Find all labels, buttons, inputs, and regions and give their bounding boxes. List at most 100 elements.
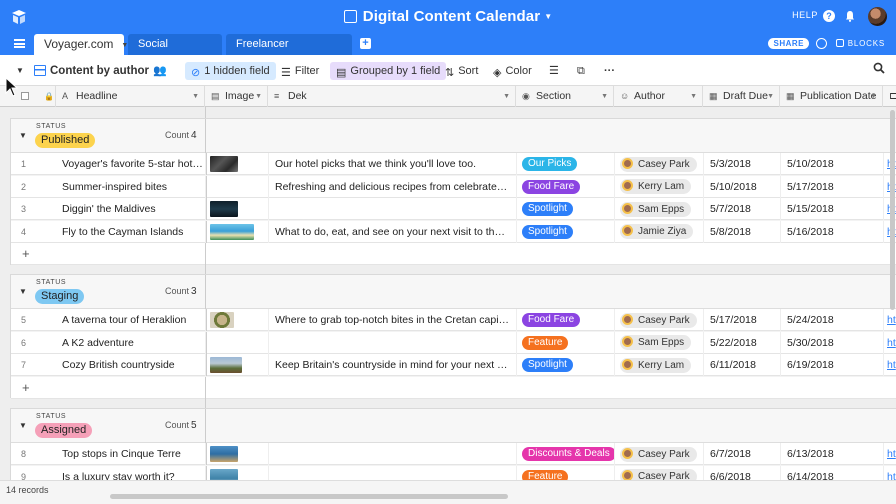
draft-due-cell[interactable]: 6/6/2018 xyxy=(704,465,781,480)
dek-cell[interactable] xyxy=(269,331,517,354)
table-row[interactable]: 8 Top stops in Cinque Terre Discounts & De… xyxy=(11,443,896,465)
column-header-draft-due[interactable]: ▦ Draft Due ▼ xyxy=(703,86,780,107)
help-button[interactable]: HELP xyxy=(792,10,818,20)
section-cell[interactable]: Discounts & Deals xyxy=(517,443,615,465)
publication-date-cell[interactable]: 6/14/2018 xyxy=(781,465,884,480)
publication-date-cell[interactable]: 5/10/2018 xyxy=(781,153,884,175)
dek-cell[interactable]: Refreshing and delicious recipes from ce… xyxy=(269,175,517,198)
publication-date-cell[interactable]: 5/15/2018 xyxy=(781,198,884,220)
link-cell[interactable]: ht xyxy=(884,443,896,465)
image-cell[interactable] xyxy=(206,198,269,220)
author-cell[interactable]: Sam Epps xyxy=(615,198,704,220)
section-cell[interactable]: Feature xyxy=(517,331,615,354)
add-table-button[interactable]: + xyxy=(360,38,371,49)
chevron-down-icon[interactable]: ▼ xyxy=(870,86,877,107)
draft-due-cell[interactable]: 6/7/2018 xyxy=(704,443,781,465)
column-header-section[interactable]: ◉ Section ▼ xyxy=(516,86,614,107)
menu-icon[interactable] xyxy=(14,39,25,48)
chevron-down-icon[interactable]: ▼ xyxy=(601,86,608,107)
section-cell[interactable]: Feature xyxy=(517,465,615,480)
add-record-button[interactable]: + xyxy=(22,380,30,395)
link-cell[interactable]: ht xyxy=(884,332,896,354)
table-row[interactable]: 3 Diggin' the Maldives Spotlight Sam Epps 5/… xyxy=(11,198,896,220)
headline-cell[interactable]: Cozy British countryside xyxy=(62,354,206,376)
table-row[interactable]: 2 Summer-inspired bites Refreshing and del… xyxy=(11,175,896,198)
draft-due-cell[interactable]: 5/7/2018 xyxy=(704,198,781,220)
draft-due-cell[interactable]: 5/10/2018 xyxy=(704,175,781,198)
headline-cell[interactable]: A taverna tour of Heraklion xyxy=(62,309,206,331)
link-cell[interactable]: ht xyxy=(884,309,896,331)
select-all-checkbox[interactable] xyxy=(21,92,29,100)
dek-cell[interactable]: What to do, eat, and see on your next vi… xyxy=(269,220,517,243)
chevron-down-icon[interactable]: ▼ xyxy=(255,86,262,107)
table-row[interactable]: 9 Is a luxury stay worth it? Feature Casey … xyxy=(11,465,896,481)
tab-voyager[interactable]: Voyager.com ▼ xyxy=(34,34,128,55)
add-record-button[interactable]: + xyxy=(22,246,30,261)
dek-cell[interactable] xyxy=(269,465,517,480)
column-header-dek[interactable]: ≡ Dek ▼ xyxy=(268,86,516,107)
image-cell[interactable] xyxy=(206,443,269,465)
headline-cell[interactable]: Voyager's favorite 5-star hotels xyxy=(62,153,206,175)
author-cell[interactable]: Casey Park xyxy=(615,443,704,465)
publication-date-cell[interactable]: 6/13/2018 xyxy=(781,443,884,465)
headline-cell[interactable]: Fly to the Cayman Islands xyxy=(62,220,206,243)
user-avatar[interactable] xyxy=(868,7,887,26)
more-options-button[interactable]: ··· xyxy=(600,62,619,80)
table-row[interactable]: 6 A K2 adventure Feature Sam Epps 5/22/2018 5… xyxy=(11,331,896,354)
collaborators-icon[interactable]: 👥 xyxy=(149,62,171,80)
publication-date-cell[interactable]: 5/16/2018 xyxy=(781,220,884,243)
author-cell[interactable]: Casey Park xyxy=(615,309,704,331)
image-cell[interactable] xyxy=(206,331,269,354)
collapse-group-icon[interactable]: ▼ xyxy=(19,131,27,140)
section-cell[interactable]: Spotlight xyxy=(517,198,615,220)
view-switcher[interactable]: Content by author xyxy=(30,62,153,80)
column-header-publication-date[interactable]: ▦ Publication Date ▼ xyxy=(780,86,883,107)
color-button[interactable]: ◈ Color xyxy=(489,62,536,80)
author-cell[interactable]: Casey Park xyxy=(615,153,704,175)
vertical-scrollbar[interactable] xyxy=(890,110,895,310)
group-button[interactable]: ▤ Grouped by 1 field xyxy=(330,62,447,80)
table-row[interactable]: 5 A taverna tour of Heraklion Where to gra… xyxy=(11,309,896,331)
image-cell[interactable] xyxy=(206,153,269,175)
chevron-down-icon[interactable]: ▼ xyxy=(503,86,510,107)
image-thumbnail[interactable] xyxy=(210,468,238,480)
hide-fields-button[interactable]: ⊘ 1 hidden field xyxy=(185,62,276,80)
column-header-headline[interactable]: A Headline ▼ xyxy=(56,86,205,107)
add-record-row[interactable]: + xyxy=(11,376,896,399)
link-cell[interactable]: ht xyxy=(884,466,896,481)
author-cell[interactable]: Casey Park xyxy=(615,465,704,480)
section-cell[interactable]: Our Picks xyxy=(517,153,615,175)
image-cell[interactable] xyxy=(206,465,269,480)
search-icon[interactable] xyxy=(869,62,889,80)
image-thumbnail[interactable] xyxy=(210,446,238,462)
row-height-icon[interactable]: ☰ xyxy=(545,62,563,80)
tab-social-schedule[interactable]: Social Schedule xyxy=(128,34,222,70)
draft-due-cell[interactable]: 5/17/2018 xyxy=(704,309,781,331)
headline-cell[interactable]: Is a luxury stay worth it? xyxy=(62,465,206,480)
author-cell[interactable]: Sam Epps xyxy=(615,331,704,354)
author-cell[interactable]: Kerry Lam xyxy=(615,175,704,198)
publication-date-cell[interactable]: 5/17/2018 xyxy=(781,175,884,198)
image-thumbnail[interactable] xyxy=(210,312,234,328)
section-cell[interactable]: Food Fare xyxy=(517,309,615,331)
headline-cell[interactable]: A K2 adventure xyxy=(62,331,206,354)
image-cell[interactable] xyxy=(206,175,269,198)
column-header-image[interactable]: ▤ Image ▼ xyxy=(205,86,268,107)
publication-date-cell[interactable]: 5/24/2018 xyxy=(781,309,884,331)
dek-cell[interactable] xyxy=(269,443,517,465)
section-cell[interactable]: Food Fare xyxy=(517,175,615,198)
airtable-logo-icon[interactable] xyxy=(11,9,27,25)
share-view-icon[interactable]: ⧉ xyxy=(573,62,589,80)
table-row[interactable]: 7 Cozy British countryside Keep Britain's … xyxy=(11,354,896,376)
publication-date-cell[interactable]: 6/19/2018 xyxy=(781,354,884,376)
image-thumbnail[interactable] xyxy=(210,223,254,240)
draft-due-cell[interactable]: 5/22/2018 xyxy=(704,331,781,354)
publication-date-cell[interactable]: 5/30/2018 xyxy=(781,331,884,354)
collapse-group-icon[interactable]: ▼ xyxy=(19,421,27,430)
dek-cell[interactable]: Keep Britain's countryside in mind for y… xyxy=(269,354,517,376)
image-cell[interactable] xyxy=(206,220,269,243)
chevron-down-icon[interactable]: ▼ xyxy=(690,86,697,107)
filter-button[interactable]: ☰ Filter xyxy=(277,62,323,80)
author-cell[interactable]: Jamie Ziya xyxy=(615,220,704,243)
table-row[interactable]: 1 Voyager's favorite 5-star hotels Our hot… xyxy=(11,153,896,175)
